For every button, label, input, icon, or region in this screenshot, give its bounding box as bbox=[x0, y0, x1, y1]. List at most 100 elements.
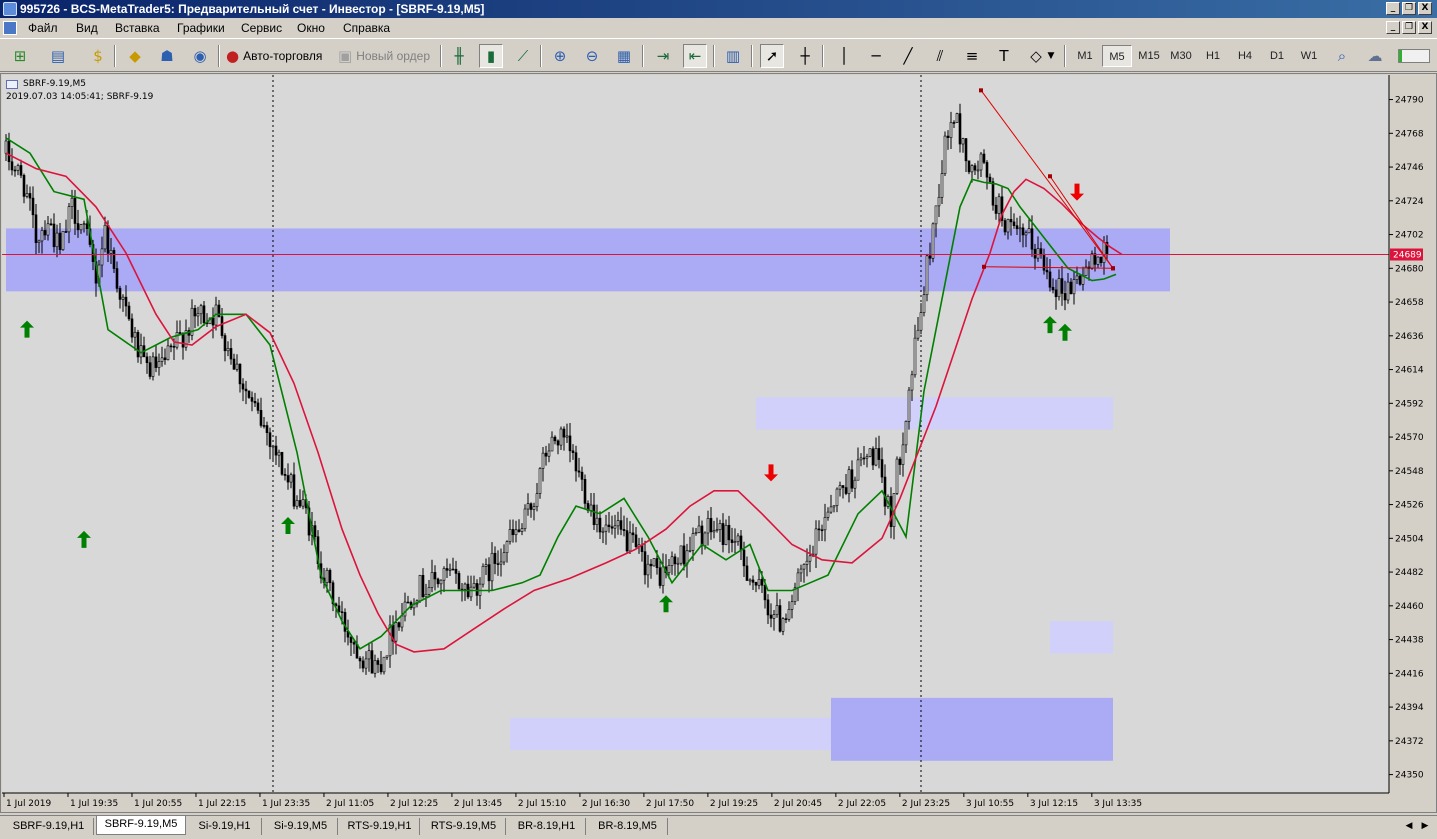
tile-windows-icon[interactable]: ▦ bbox=[612, 44, 636, 68]
timeframe-d1[interactable]: D1 bbox=[1262, 45, 1292, 67]
text-icon[interactable]: T bbox=[992, 44, 1016, 68]
candle-body bbox=[127, 305, 131, 320]
tab-scroll-left-icon[interactable]: ◀ bbox=[1402, 819, 1416, 834]
price-chart[interactable]: 24790 24768 24746 24724 24702 24680 24658 24636… bbox=[2, 75, 1437, 813]
timeframe-h4[interactable]: H4 bbox=[1230, 45, 1260, 67]
bar-chart-icon[interactable]: ╫ bbox=[447, 44, 471, 68]
profiles-icon[interactable]: ▤ bbox=[46, 44, 70, 68]
candle-body bbox=[844, 487, 848, 494]
candle-body bbox=[124, 296, 128, 307]
candle-body bbox=[631, 532, 635, 536]
candle-body bbox=[589, 504, 593, 511]
candle-body bbox=[385, 655, 389, 658]
trendline-icon[interactable]: ╱ bbox=[896, 44, 920, 68]
candle-body bbox=[445, 568, 449, 571]
candle-body bbox=[691, 533, 695, 551]
candle-body bbox=[367, 650, 371, 660]
menu-tools[interactable]: Сервис bbox=[241, 21, 282, 35]
tab-br-m5[interactable]: BR-8.19,M5 bbox=[588, 818, 668, 835]
new-order-button[interactable]: ▣ Новый ордер bbox=[338, 44, 434, 68]
candle-body bbox=[358, 657, 362, 662]
horizontal-line-icon[interactable]: ─ bbox=[864, 44, 888, 68]
candle-body bbox=[379, 664, 383, 673]
tab-sbrf-m5[interactable]: SBRF-9.19,M5 bbox=[96, 816, 186, 835]
market-watch-icon[interactable]: $ bbox=[86, 44, 110, 68]
tab-rts-h1[interactable]: RTS-9.19,H1 bbox=[340, 818, 420, 835]
tab-si-h1[interactable]: Si-9.19,H1 bbox=[188, 818, 262, 835]
candle-body bbox=[763, 584, 767, 601]
navigator-icon[interactable]: ◆ bbox=[123, 44, 147, 68]
chart-window[interactable]: 24790 24768 24746 24724 24702 24680 24658 24636… bbox=[0, 73, 1437, 813]
timeframe-m30[interactable]: M30 bbox=[1166, 45, 1196, 67]
chat-icon[interactable]: ☁ bbox=[1363, 44, 1387, 68]
chart-shift-icon[interactable]: ⇤ bbox=[683, 44, 707, 68]
candle-body bbox=[697, 525, 701, 533]
chart-area[interactable] bbox=[2, 75, 1389, 793]
fibonacci-icon[interactable]: ≡ bbox=[960, 44, 984, 68]
candle-body bbox=[442, 568, 446, 581]
candle-body bbox=[874, 448, 878, 466]
menu-window[interactable]: Окно bbox=[297, 21, 325, 35]
candle-body bbox=[607, 524, 611, 528]
search-icon[interactable]: ⌕ bbox=[1330, 44, 1354, 68]
menu-insert[interactable]: Вставка bbox=[115, 21, 160, 35]
candle-body bbox=[595, 517, 599, 526]
menu-charts[interactable]: Графики bbox=[177, 21, 225, 35]
crosshair-icon[interactable]: ┼ bbox=[793, 44, 817, 68]
tab-br-h1[interactable]: BR-8.19,H1 bbox=[508, 818, 586, 835]
shapes-dropdown-icon[interactable]: ▼ bbox=[1044, 44, 1058, 68]
candle-body bbox=[562, 428, 566, 438]
time-tick-label: 1 Jul 2019 bbox=[6, 799, 51, 809]
candle-body bbox=[787, 608, 791, 620]
minimize-button[interactable]: _ bbox=[1386, 2, 1400, 15]
candle-body bbox=[931, 223, 935, 259]
candle-body bbox=[193, 307, 197, 317]
close-button[interactable]: X bbox=[1418, 2, 1432, 15]
mdi-restore-button[interactable]: ❐ bbox=[1402, 21, 1416, 34]
chart-window-icon[interactable] bbox=[3, 21, 17, 35]
candle-body bbox=[943, 135, 947, 174]
trend-anchor bbox=[1111, 266, 1115, 271]
candlesticks-icon[interactable]: ▮ bbox=[479, 44, 503, 68]
candle-body bbox=[481, 566, 485, 585]
candle-body bbox=[1054, 289, 1058, 298]
signals-icon[interactable]: ◉ bbox=[188, 44, 212, 68]
zoom-out-icon[interactable]: ⊖ bbox=[580, 44, 604, 68]
menu-file[interactable]: Файл bbox=[28, 21, 58, 35]
candle-body bbox=[130, 318, 134, 338]
menu-view[interactable]: Вид bbox=[76, 21, 98, 35]
tab-sbrf-h1[interactable]: SBRF-9.19,H1 bbox=[4, 818, 94, 835]
candle-body bbox=[337, 605, 341, 612]
tab-rts-m5[interactable]: RTS-9.19,M5 bbox=[422, 818, 506, 835]
timeframe-m15[interactable]: M15 bbox=[1134, 45, 1164, 67]
timeframe-m5[interactable]: M5 bbox=[1102, 45, 1132, 67]
candle-body bbox=[670, 556, 674, 566]
candle-body bbox=[370, 650, 374, 674]
mdi-minimize-button[interactable]: _ bbox=[1386, 21, 1400, 34]
candle-body bbox=[574, 452, 578, 472]
indicators-icon[interactable]: ▥ bbox=[721, 44, 745, 68]
timeframe-m1[interactable]: M1 bbox=[1070, 45, 1100, 67]
vertical-line-icon[interactable]: │ bbox=[832, 44, 856, 68]
tab-scroll-right-icon[interactable]: ▶ bbox=[1418, 819, 1432, 834]
autoscroll-icon[interactable]: ⇥ bbox=[651, 44, 675, 68]
line-chart-icon[interactable]: ⟋ bbox=[511, 44, 535, 68]
algo-trading-button[interactable]: ● Авто-торговля bbox=[226, 44, 332, 68]
mdi-close-button[interactable]: X bbox=[1418, 21, 1432, 34]
market-icon[interactable] bbox=[1396, 44, 1432, 68]
time-tick-label: 3 Jul 10:55 bbox=[966, 799, 1014, 809]
tab-si-m5[interactable]: Si-9.19,M5 bbox=[264, 818, 338, 835]
menu-help[interactable]: Справка bbox=[343, 21, 390, 35]
equidistant-channel-icon[interactable]: ⫽ bbox=[928, 44, 952, 68]
restore-button[interactable]: ❐ bbox=[1402, 2, 1416, 15]
candle-body bbox=[37, 240, 41, 243]
candle-body bbox=[1072, 279, 1076, 295]
timeframe-w1[interactable]: W1 bbox=[1294, 45, 1324, 67]
new-chart-icon[interactable]: ⊞ bbox=[8, 44, 32, 68]
data-window-icon[interactable]: ☗ bbox=[155, 44, 179, 68]
zoom-in-icon[interactable]: ⊕ bbox=[548, 44, 572, 68]
candle-body bbox=[934, 205, 938, 225]
cursor-icon[interactable]: ➚ bbox=[760, 44, 784, 68]
candle-body bbox=[622, 529, 626, 531]
timeframe-h1[interactable]: H1 bbox=[1198, 45, 1228, 67]
